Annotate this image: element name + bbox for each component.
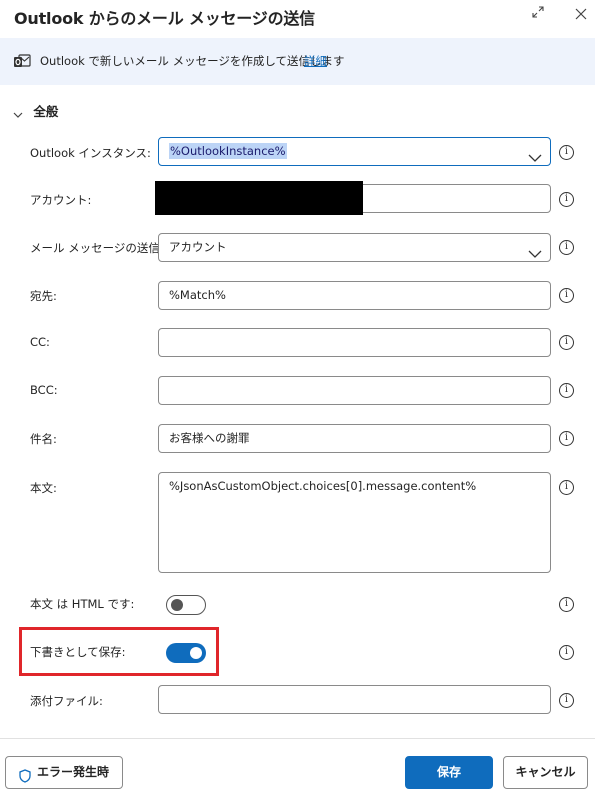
info-icon[interactable]: i — [559, 597, 574, 612]
section-general[interactable]: 全般 — [13, 101, 58, 120]
info-icon[interactable]: i — [559, 335, 574, 350]
account-label: アカウント: — [30, 193, 92, 207]
shield-icon — [19, 764, 31, 783]
body-label: 本文: — [30, 481, 57, 495]
bcc-input[interactable] — [158, 376, 551, 405]
info-bar: Outlook で新しいメール メッセージを作成して送信します 詳細 — [0, 38, 595, 85]
dialog-title: Outlook からのメール メッセージの送信 — [14, 9, 315, 28]
save-button[interactable]: 保存 — [405, 756, 493, 789]
subject-label: 件名: — [30, 432, 57, 446]
info-icon[interactable]: i — [559, 288, 574, 303]
section-title: 全般 — [33, 104, 59, 119]
instance-label: Outlook インスタンス: — [30, 146, 151, 160]
to-label: 宛先: — [30, 289, 57, 303]
details-link[interactable]: 詳細 — [304, 53, 327, 69]
to-input[interactable]: %Match% — [158, 281, 551, 310]
attachments-input[interactable] — [158, 685, 551, 714]
expand-icon[interactable] — [527, 4, 549, 26]
info-icon[interactable]: i — [559, 240, 574, 255]
redacted-block — [155, 181, 363, 215]
title-bar: Outlook からのメール メッセージの送信 — [0, 0, 595, 36]
info-icon[interactable]: i — [559, 480, 574, 495]
cancel-button[interactable]: キャンセル — [503, 756, 588, 789]
highlight-box — [19, 627, 219, 676]
sender-value: アカウント — [169, 240, 227, 254]
outlook-icon — [13, 53, 31, 73]
body-html-toggle[interactable] — [166, 595, 206, 615]
cc-label: CC: — [30, 335, 50, 349]
info-icon[interactable]: i — [559, 192, 574, 207]
on-error-label: エラー発生時 — [36, 765, 109, 779]
instance-value: %OutlookInstance% — [169, 143, 287, 159]
body-html-label: 本文 は HTML です: — [30, 597, 135, 611]
on-error-button[interactable]: エラー発生時 — [5, 756, 123, 789]
bcc-label: BCC: — [30, 383, 58, 397]
chevron-down-icon — [528, 146, 542, 162]
attachments-label: 添付ファイル: — [30, 694, 103, 708]
toggle-knob — [171, 599, 183, 611]
cc-input[interactable] — [158, 328, 551, 357]
info-icon[interactable]: i — [559, 645, 574, 660]
subject-input[interactable]: お客様への謝罪 — [158, 424, 551, 453]
info-icon[interactable]: i — [559, 693, 574, 708]
sender-label: メール メッセージの送信元: — [30, 241, 176, 255]
footer-divider — [0, 738, 595, 739]
instance-select[interactable]: %OutlookInstance% — [158, 137, 551, 166]
sender-select[interactable]: アカウント — [158, 233, 551, 262]
info-icon[interactable]: i — [559, 383, 574, 398]
body-textarea[interactable]: %JsonAsCustomObject.choices[0].message.c… — [158, 472, 551, 573]
close-icon[interactable] — [570, 4, 592, 26]
chevron-down-icon — [13, 108, 23, 118]
chevron-down-icon — [528, 242, 542, 258]
info-icon[interactable]: i — [559, 145, 574, 160]
info-description: Outlook で新しいメール メッセージを作成して送信します — [40, 54, 345, 68]
info-icon[interactable]: i — [559, 431, 574, 446]
